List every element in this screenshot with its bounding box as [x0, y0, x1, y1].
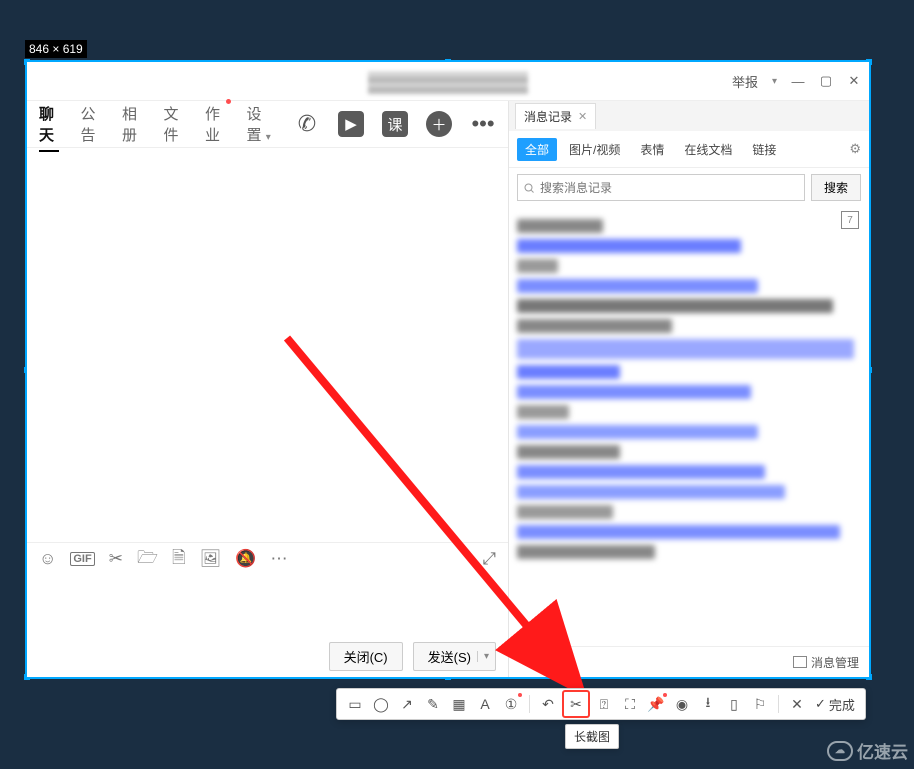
pin-tool-icon[interactable]: 📌 — [644, 692, 668, 716]
more-icon[interactable]: ••• — [470, 111, 496, 137]
cancel-icon[interactable]: ✕ — [785, 692, 809, 716]
watermark: ☁ 亿速云 — [827, 738, 908, 763]
record-item-blurred — [517, 365, 620, 379]
record-search-input[interactable] — [517, 174, 805, 201]
undo-icon[interactable]: ↶ — [536, 692, 560, 716]
record-footer: 消息管理 — [509, 646, 869, 677]
tab-album[interactable]: 相册 — [122, 97, 142, 151]
video-call-icon[interactable]: ▶ — [338, 111, 364, 137]
record-item-blurred — [517, 445, 620, 459]
chevron-down-icon: ▾ — [266, 132, 271, 143]
chevron-down-icon[interactable]: ▾ — [772, 76, 777, 87]
tooltip-long-screenshot: 长截图 — [565, 724, 619, 749]
record-list: 7 — [509, 207, 869, 646]
bookmark-icon[interactable]: ⚐ — [748, 692, 772, 716]
main-tabs: 聊天 公告 相册 文件 作业 设置 ▾ ✆ ▶ 课 ＋ ••• — [27, 101, 508, 148]
pencil-tool-icon[interactable]: ✎ — [421, 692, 445, 716]
translate-tool-icon[interactable]: ⍰ — [592, 692, 616, 716]
image-icon[interactable]: 🖼 — [200, 549, 222, 569]
expand-icon[interactable]: ⤢ — [482, 549, 496, 569]
chat-window: 举报 ▾ — ▢ ✕ 聊天 公告 相册 文件 作业 设置 ▾ ✆ ▶ 课 ＋ •… — [27, 62, 869, 677]
tab-file[interactable]: 文件 — [164, 97, 184, 151]
window-title-blurred — [368, 72, 528, 94]
ellipse-tool-icon[interactable]: ◯ — [369, 692, 393, 716]
record-item-blurred — [517, 279, 758, 293]
separator — [529, 695, 530, 713]
separator — [778, 695, 779, 713]
cloud-icon: ☁ — [827, 741, 853, 761]
filter-link[interactable]: 链接 — [744, 138, 784, 161]
file-icon[interactable]: 🗎 — [172, 545, 186, 574]
record-item-blurred — [517, 465, 765, 479]
record-tool-icon[interactable]: ◉ — [670, 692, 694, 716]
record-item-blurred — [517, 405, 569, 419]
minimize-icon[interactable]: — — [791, 74, 805, 88]
counter-tool-icon[interactable]: ① — [499, 692, 523, 716]
close-button[interactable]: 关闭(C) — [329, 642, 403, 671]
mute-icon[interactable]: 🔕 — [235, 549, 256, 569]
class-icon[interactable]: 课 — [382, 111, 408, 137]
record-item-blurred — [517, 319, 672, 333]
titlebar: 举报 ▾ — ▢ ✕ — [27, 62, 869, 101]
add-icon[interactable]: ＋ — [426, 111, 452, 137]
message-input[interactable] — [27, 575, 508, 635]
chat-pane: 聊天 公告 相册 文件 作业 设置 ▾ ✆ ▶ 课 ＋ ••• ☺ GIF ✂ — [27, 101, 509, 677]
record-item-blurred — [517, 505, 613, 519]
text-tool-icon[interactable]: A — [473, 692, 497, 716]
close-tab-icon[interactable]: ✕ — [578, 110, 587, 123]
filter-settings-icon[interactable]: ⚙ — [849, 141, 861, 157]
maximize-icon[interactable]: ▢ — [819, 74, 833, 88]
emoji-icon[interactable]: ☺ — [39, 549, 56, 569]
folder-icon[interactable]: 🗁 — [137, 545, 158, 574]
arrow-tool-icon[interactable]: ↗ — [395, 692, 419, 716]
chat-messages-area — [27, 148, 508, 542]
message-manage-link[interactable]: 消息管理 — [811, 654, 859, 671]
selection-dimensions: 846 × 619 — [25, 40, 87, 58]
send-button[interactable]: 发送(S)▾ — [413, 642, 496, 671]
more-icon[interactable]: ⋯ — [270, 549, 287, 569]
screenshot-toolbar: ▭ ◯ ↗ ✎ ▦ A ① ↶ ✂ ⍰ ⛶ 📌 ◉ ⭳ ▯ ⚐ ✕ ✓ 完成 — [336, 688, 866, 720]
report-link[interactable]: 举报 — [732, 72, 758, 91]
tab-settings[interactable]: 设置 ▾ — [247, 97, 272, 151]
filter-media[interactable]: 图片/视频 — [561, 138, 628, 161]
record-tab-bar: 消息记录 ✕ — [509, 101, 869, 131]
record-item-blurred — [517, 385, 751, 399]
record-item-blurred — [517, 299, 833, 313]
close-icon[interactable]: ✕ — [847, 74, 861, 88]
mosaic-tool-icon[interactable]: ▦ — [447, 692, 471, 716]
record-item-blurred — [517, 525, 840, 539]
calendar-icon[interactable]: 7 — [841, 211, 859, 229]
chevron-down-icon[interactable]: ▾ — [477, 651, 489, 662]
filter-doc[interactable]: 在线文档 — [676, 138, 740, 161]
record-item-blurred — [517, 545, 655, 559]
filter-emoji[interactable]: 表情 — [632, 138, 672, 161]
record-item-blurred — [517, 259, 558, 273]
filter-all[interactable]: 全部 — [517, 138, 557, 161]
ocr-tool-icon[interactable]: ⛶ — [618, 692, 642, 716]
record-item-blurred — [517, 485, 785, 499]
tab-notice[interactable]: 公告 — [81, 97, 101, 151]
message-record-panel: 消息记录 ✕ 全部 图片/视频 表情 在线文档 链接 ⚙ 搜索 7 — [509, 101, 869, 677]
record-item-blurred — [517, 425, 758, 439]
scissors-icon[interactable]: ✂ — [109, 549, 123, 569]
record-tab[interactable]: 消息记录 ✕ — [515, 103, 596, 129]
download-icon[interactable]: ⭳ — [696, 692, 720, 716]
record-item-blurred — [517, 239, 741, 253]
tab-chat[interactable]: 聊天 — [39, 97, 59, 151]
gif-icon[interactable]: GIF — [70, 552, 94, 566]
record-item-blurred — [517, 219, 603, 233]
tab-homework[interactable]: 作业 — [205, 97, 225, 151]
rect-tool-icon[interactable]: ▭ — [343, 692, 367, 716]
record-item-blurred — [517, 339, 854, 359]
phone-icon[interactable]: ▯ — [722, 692, 746, 716]
record-search-button[interactable]: 搜索 — [811, 174, 861, 201]
voice-call-icon[interactable]: ✆ — [294, 111, 320, 137]
manage-icon — [793, 656, 807, 668]
done-button[interactable]: ✓ 完成 — [811, 695, 859, 714]
long-screenshot-icon[interactable]: ✂ — [562, 690, 590, 718]
input-toolbar: ☺ GIF ✂ 🗁 🗎 🖼 🔕 ⋯ ⤢ — [27, 542, 508, 575]
